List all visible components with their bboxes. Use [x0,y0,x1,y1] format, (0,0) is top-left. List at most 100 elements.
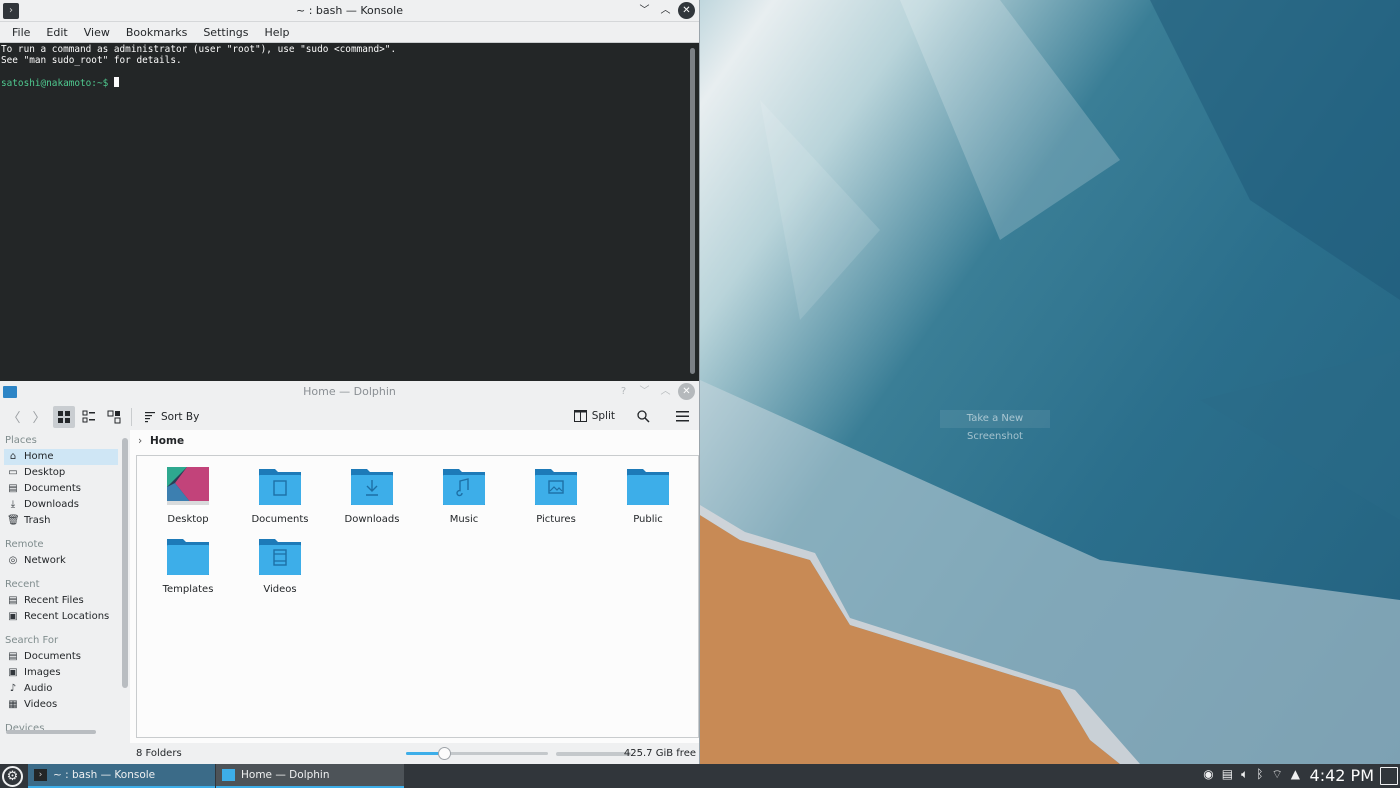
folder-documents[interactable]: Documents [234,461,326,531]
konsole-window[interactable]: › ~ : bash — Konsole ﹀ ︿ ✕ File Edit Vie… [0,0,700,381]
terminal-line: To run a command as administrator (user … [1,44,397,55]
wifi-icon[interactable]: ⌔ [1271,767,1282,782]
updates-icon[interactable]: ◉ [1203,767,1213,782]
bluetooth-icon[interactable]: ᛒ [1256,767,1263,782]
places-item-label: Images [24,667,61,678]
folder-templates[interactable]: Templates [142,531,234,601]
forward-icon[interactable]: 〉 [28,406,50,428]
menu-edit[interactable]: Edit [38,22,75,43]
file-view[interactable]: Desktop Documents Downloads Music Pictures Pu… [136,455,699,738]
folder-desktop[interactable]: Desktop [142,461,234,531]
help-icon[interactable]: ? [615,383,632,400]
clock[interactable]: 4:42 PM [1310,764,1374,788]
music-folder-icon [443,467,485,505]
places-item-desktop[interactable]: ▭ Desktop [4,465,118,481]
menu-view[interactable]: View [76,22,118,43]
search-documents-icon: ▤ [8,651,18,662]
search-icon[interactable] [632,405,654,427]
konsole-menubar: File Edit View Bookmarks Settings Help [0,22,699,43]
task-konsole[interactable]: › ~ : bash — Konsole [28,764,215,788]
places-item-downloads[interactable]: ⤓ Downloads [4,497,118,513]
menu-help[interactable]: Help [256,22,297,43]
templates-folder-icon [167,537,209,575]
application-launcher-icon[interactable]: ⚙ [2,766,23,787]
places-item-trash[interactable]: 🗑︎ Trash [4,513,118,529]
taskbar: ⚙ › ~ : bash — Konsole Home — Dolphin ◉ … [0,764,1400,788]
places-horizontal-scrollbar[interactable] [6,730,96,734]
menu-settings[interactable]: Settings [195,22,256,43]
show-desktop-icon[interactable] [1380,767,1398,785]
network-icon: ◎ [8,555,18,566]
details-view-icon[interactable] [103,406,125,428]
close-icon[interactable]: ✕ [678,2,695,19]
breadcrumb-home[interactable]: Home [150,435,184,447]
folder-music[interactable]: Music [418,461,510,531]
zoom-slider[interactable] [406,747,548,760]
task-konsole-label: ~ : bash — Konsole [53,769,156,781]
places-section-header: Places [5,435,37,446]
menu-bookmarks[interactable]: Bookmarks [118,22,195,43]
folder-count: 8 Folders [136,748,182,759]
dolphin-title: Home — Dolphin [303,385,396,398]
chevron-right-icon[interactable]: › [138,432,142,450]
places-section-header: Devices [5,723,45,734]
documents-icon: ▤ [8,483,18,494]
folder-label: Documents [251,514,309,525]
dolphin-app-icon[interactable] [3,386,17,398]
back-icon[interactable]: 〈 [3,406,25,428]
places-item-videos[interactable]: ▦ Videos [4,697,118,713]
places-scrollbar[interactable] [122,438,128,688]
folder-public[interactable]: Public [602,461,694,531]
hamburger-menu-icon[interactable] [671,405,693,427]
pictures-folder-icon [535,467,577,505]
folder-downloads[interactable]: Downloads [326,461,418,531]
compact-view-icon[interactable] [78,406,100,428]
places-item-documents[interactable]: ▤ Documents [4,481,118,497]
folder-label: Videos [263,584,297,595]
free-space-label: 425.7 GiB free [623,748,696,759]
maximize-icon[interactable]: ︿ [657,2,674,19]
public-folder-icon [627,467,669,505]
downloads-icon: ⤓ [10,499,16,510]
split-button[interactable]: Split [573,410,615,422]
minimize-icon[interactable]: ﹀ [636,383,653,400]
task-dolphin[interactable]: Home — Dolphin [216,764,404,788]
konsole-app-icon[interactable]: › [3,3,19,19]
sort-by-label: Sort By [161,410,200,423]
places-item-images[interactable]: ▣ Images [4,665,118,681]
maximize-icon[interactable]: ︿ [657,383,674,400]
recent-files-icon: ▤ [8,595,18,606]
dolphin-titlebar[interactable]: Home — Dolphin ? ﹀ ︿ ✕ [0,381,699,403]
task-dolphin-label: Home — Dolphin [241,769,330,781]
minimize-icon[interactable]: ﹀ [636,2,653,19]
places-item-recent-locations[interactable]: ▣ Recent Locations [4,609,118,625]
places-section-header: Recent [5,579,40,590]
icons-view-icon[interactable] [53,405,75,428]
places-item-network[interactable]: ◎ Network [4,553,118,569]
clipboard-icon[interactable]: ▤ [1222,767,1233,782]
tray-expand-icon[interactable]: ▲ [1291,767,1300,782]
zoom-slider-handle[interactable] [438,747,452,760]
places-item-label: Recent Locations [24,611,110,622]
places-item-audio[interactable]: ♪ Audio [4,681,118,697]
folder-pictures[interactable]: Pictures [510,461,602,531]
screenshot-tooltip: Take a New Screenshot [940,410,1050,442]
konsole-icon: › [34,769,47,781]
close-icon[interactable]: ✕ [678,383,695,400]
places-item-recent-files[interactable]: ▤ Recent Files [4,593,118,609]
sort-by-button[interactable]: Sort By [144,411,199,423]
terminal-area[interactable]: To run a command as administrator (user … [0,43,690,381]
menu-file[interactable]: File [4,22,38,43]
breadcrumb[interactable]: › Home [136,432,184,450]
terminal-prompt: satoshi@nakamoto:~$ [1,78,114,89]
folder-videos[interactable]: Videos [234,531,326,601]
terminal-scrollbar[interactable] [690,48,695,374]
videos-folder-icon [259,537,301,575]
places-item-home[interactable]: ⌂ Home [4,449,118,465]
konsole-titlebar[interactable]: › ~ : bash — Konsole ﹀ ︿ ✕ [0,0,699,22]
dolphin-window[interactable]: Home — Dolphin ? ﹀ ︿ ✕ 〈 〉 Sort By Split [0,381,700,764]
volume-icon[interactable]: 🔈︎ [1241,767,1248,782]
dolphin-icon [222,769,235,781]
split-icon [573,410,587,422]
places-item-documents[interactable]: ▤ Documents [4,649,118,665]
